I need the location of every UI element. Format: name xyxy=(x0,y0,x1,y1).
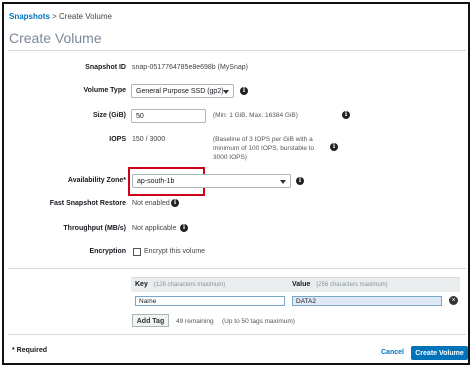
iops-value: 150 / 3000 xyxy=(132,136,166,143)
tags-max-hint: (Up to 50 tags maximum) xyxy=(222,318,295,325)
add-tag-button[interactable]: Add Tag xyxy=(132,314,169,327)
value-column-header: Value (256 characters maximum) xyxy=(292,281,388,288)
encryption-label: Encryption xyxy=(89,248,126,255)
info-icon[interactable]: i xyxy=(296,177,304,185)
encrypt-checkbox-label: Encrypt this volume xyxy=(144,248,206,255)
encrypt-checkbox[interactable] xyxy=(133,248,141,256)
breadcrumb-current: Create Volume xyxy=(59,12,112,21)
throughput-label: Throughput (MB/s) xyxy=(63,225,126,232)
snapshot-id-value: snap-0517764785e8e698b (MySnap) xyxy=(132,64,248,71)
iops-label: IOPS xyxy=(109,136,126,143)
breadcrumb-snapshots-link[interactable]: Snapshots xyxy=(9,12,50,21)
availability-zone-label: Availability Zone* xyxy=(67,177,126,184)
info-icon[interactable]: i xyxy=(240,87,248,95)
chevron-down-icon xyxy=(223,90,229,94)
tags-table-header: Key (128 characters maximum) Value (256 ch… xyxy=(131,277,460,292)
throughput-value: Not applicable xyxy=(132,225,177,232)
key-column-hint: (128 characters maximum) xyxy=(153,282,226,288)
chevron-down-icon xyxy=(280,180,286,184)
tags-remaining: 49 remaining xyxy=(176,318,214,325)
fast-snapshot-restore-label: Fast Snapshot Restore xyxy=(49,200,126,207)
cancel-button[interactable]: Cancel xyxy=(381,349,404,356)
create-volume-button[interactable]: Create Volume xyxy=(411,346,468,360)
iops-hint: (Baseline of 3 IOPS per GiB with a minim… xyxy=(213,136,315,161)
info-icon[interactable]: i xyxy=(171,199,179,207)
info-icon[interactable]: i xyxy=(342,111,350,119)
info-icon[interactable]: i xyxy=(330,143,338,151)
tags-divider xyxy=(8,268,466,269)
size-hint: (Min: 1 GiB, Max: 16384 GiB) xyxy=(213,112,298,119)
key-column-header: Key (128 characters maximum) xyxy=(135,281,226,288)
breadcrumb-separator: > xyxy=(49,12,60,21)
page-title: Create Volume xyxy=(9,30,102,46)
info-icon[interactable]: i xyxy=(180,224,188,232)
title-divider xyxy=(8,50,466,51)
remove-tag-icon[interactable]: × xyxy=(449,296,458,305)
volume-type-label: Volume Type xyxy=(83,87,126,94)
availability-zone-selected: ap-south-1b xyxy=(137,178,175,185)
volume-type-select[interactable]: General Purpose SSD (gp2) xyxy=(131,84,234,98)
tag-key-input[interactable]: Name xyxy=(135,296,285,306)
size-label: Size (GiB) xyxy=(92,112,126,119)
size-input[interactable]: 50 xyxy=(131,109,206,123)
fast-snapshot-restore-value: Not enabled xyxy=(132,200,170,207)
breadcrumb: Snapshots > Create Volume xyxy=(9,12,112,21)
availability-zone-select[interactable]: ap-south-1b xyxy=(132,174,291,188)
tag-value-input[interactable]: DATA2 xyxy=(292,296,442,306)
value-column-hint: (256 characters maximum) xyxy=(316,282,388,288)
volume-type-selected: General Purpose SSD (gp2) xyxy=(136,88,224,95)
snapshot-id-label: Snapshot ID xyxy=(85,64,126,71)
footer-divider xyxy=(8,334,466,335)
required-note: * Required xyxy=(12,347,48,354)
